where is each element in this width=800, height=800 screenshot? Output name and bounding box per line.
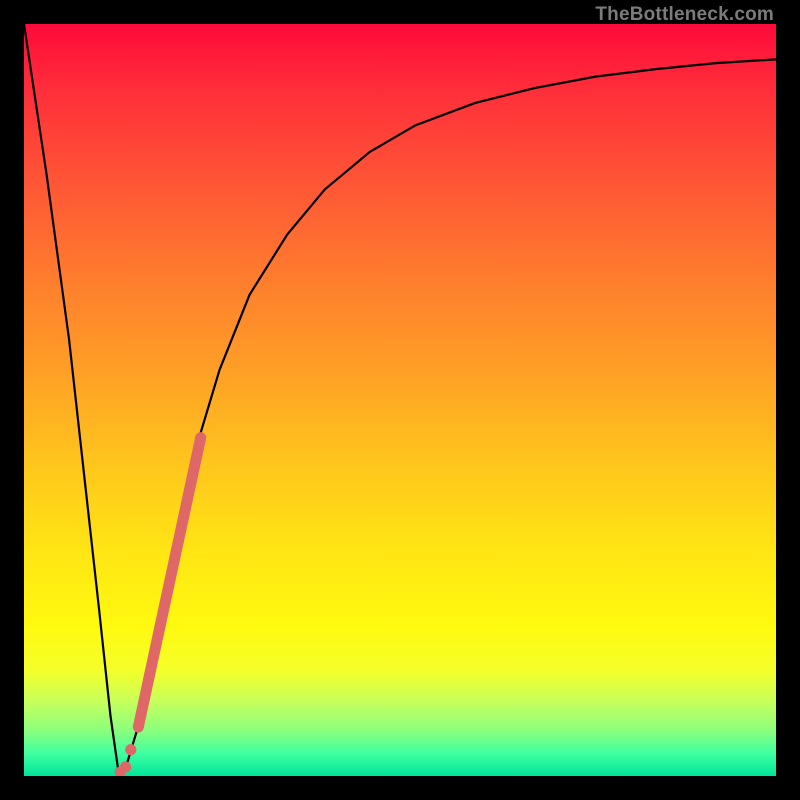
- watermark-text: TheBottleneck.com: [595, 4, 774, 26]
- chart-frame: TheBottleneck.com: [0, 0, 800, 800]
- bottleneck-curve: [24, 24, 776, 768]
- plot-area: [24, 24, 776, 776]
- highlight-segment: [138, 438, 200, 728]
- curve-svg: [24, 24, 776, 776]
